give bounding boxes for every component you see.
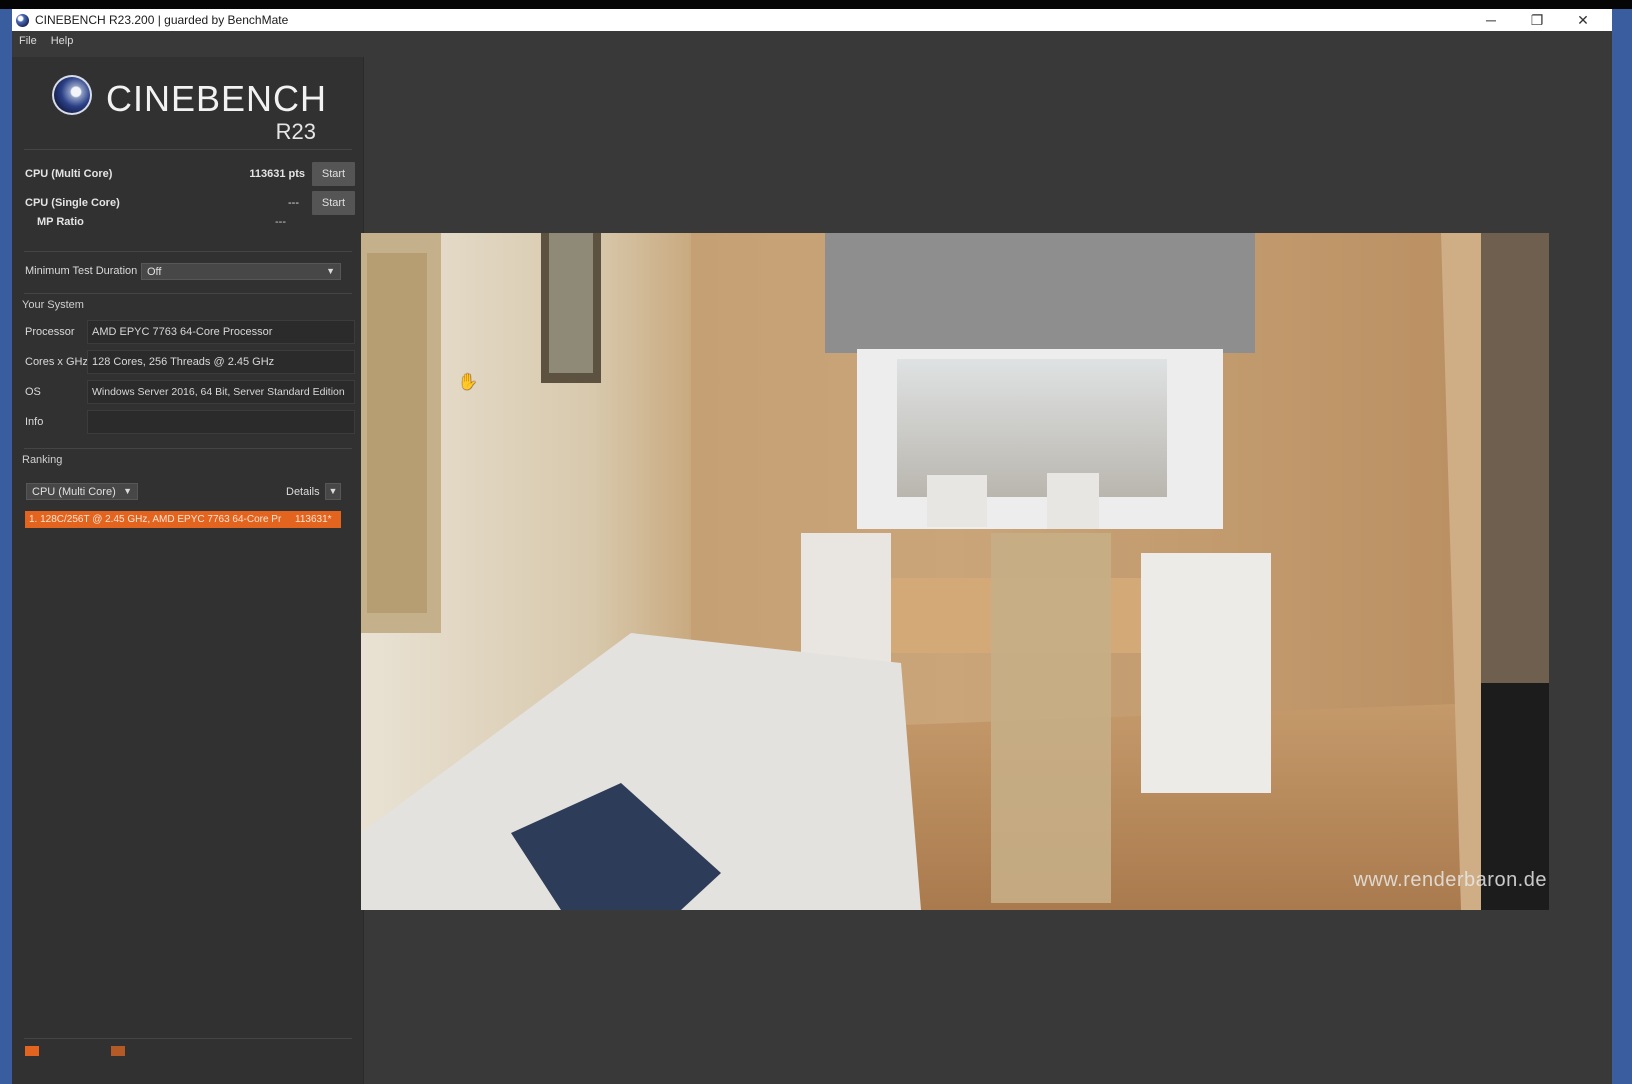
window-title: CINEBENCH R23.200 | guarded by BenchMate	[35, 13, 289, 27]
min-test-duration-select[interactable]: Off ▼	[141, 263, 341, 280]
cinebench-app-icon	[16, 13, 29, 27]
benchmark-row-multi: CPU (Multi Core) 113631 pts Start	[25, 162, 355, 186]
mp-ratio-label: MP Ratio	[37, 216, 84, 228]
painting-building	[367, 253, 427, 613]
render-watermark: www.renderbaron.de	[1353, 869, 1547, 891]
benchmark-row-single: CPU (Single Core) --- Start	[25, 191, 355, 215]
window-blinds	[825, 233, 1255, 353]
dining-chair-right	[1141, 553, 1271, 793]
ranking-category-select[interactable]: CPU (Multi Core) ▼	[26, 483, 138, 500]
cinebench-window: CINEBENCH R23.200 | guarded by BenchMate…	[12, 9, 1612, 1084]
ranking-legend	[25, 1046, 125, 1056]
min-test-duration-row: Minimum Test Duration Off ▼	[25, 263, 355, 281]
cinebench-logo: CINEBENCH R23	[52, 71, 332, 144]
start-multi-core-button[interactable]: Start	[312, 162, 355, 186]
hand-cursor-icon: ✋	[458, 374, 478, 391]
benchmark-score-single: ---	[288, 197, 299, 209]
menu-bar: File Help	[12, 31, 1612, 51]
your-system-title: Your System	[22, 299, 84, 311]
min-test-duration-value: Off	[147, 265, 162, 278]
benchmark-label-multi: CPU (Multi Core)	[25, 168, 113, 180]
details-label: Details	[286, 486, 320, 498]
cinema4d-sphere-icon	[52, 75, 92, 115]
close-button[interactable]: ✕	[1560, 9, 1606, 31]
painting-small	[549, 233, 593, 373]
system-row-processor: Processor AMD EPYC 7763 64-Core Processo…	[25, 320, 355, 344]
details-dropdown-button[interactable]: ▼	[325, 483, 341, 500]
divider	[24, 251, 352, 252]
menu-help[interactable]: Help	[44, 35, 81, 47]
ranking-entry[interactable]: 1. 128C/256T @ 2.45 GHz, AMD EPYC 7763 6…	[25, 511, 341, 528]
info-label: Info	[25, 416, 44, 428]
system-row-info: Info	[25, 410, 355, 434]
render-viewport: www.renderbaron.de	[361, 233, 1549, 910]
chevron-down-icon: ▼	[326, 266, 335, 276]
benchmark-label-single: CPU (Single Core)	[25, 197, 120, 209]
control-panel: CINEBENCH R23 CPU (Multi Core) 113631 pt…	[12, 57, 364, 1084]
divider	[24, 448, 352, 449]
menu-file[interactable]: File	[12, 35, 44, 47]
cores-label: Cores x GHz	[25, 356, 88, 368]
os-label: OS	[25, 386, 41, 398]
divider	[24, 149, 352, 150]
legend-swatch-current	[25, 1046, 39, 1056]
restore-button[interactable]: ❐	[1514, 9, 1560, 31]
chevron-down-icon: ▼	[328, 486, 338, 496]
divider	[24, 293, 352, 294]
info-field[interactable]	[87, 410, 355, 434]
minimize-button[interactable]: ─	[1468, 9, 1514, 31]
start-single-core-button[interactable]: Start	[312, 191, 355, 215]
chevron-down-icon: ▼	[123, 486, 132, 496]
ranking-entry-score: 113631*	[295, 514, 332, 525]
cores-field[interactable]: 128 Cores, 256 Threads @ 2.45 GHz	[87, 350, 355, 374]
system-row-cores: Cores x GHz 128 Cores, 256 Threads @ 2.4…	[25, 350, 355, 374]
ranking-entry-text: 1. 128C/256T @ 2.45 GHz, AMD EPYC 7763 6…	[29, 514, 282, 525]
processor-label: Processor	[25, 326, 75, 338]
os-field[interactable]: Windows Server 2016, 64 Bit, Server Stan…	[87, 380, 355, 404]
benchmark-score-multi: 113631 pts	[249, 168, 305, 180]
logo-name: CINEBENCH	[106, 78, 328, 119]
mp-ratio-value: ---	[275, 216, 286, 228]
dining-chair-front	[991, 533, 1111, 903]
processor-field[interactable]: AMD EPYC 7763 64-Core Processor	[87, 320, 355, 344]
ranking-category-value: CPU (Multi Core)	[32, 485, 116, 498]
system-row-os: OS Windows Server 2016, 64 Bit, Server S…	[25, 380, 355, 404]
rendered-room-image	[361, 233, 1549, 910]
min-test-duration-label: Minimum Test Duration	[25, 265, 138, 277]
photo-frame-right	[1047, 473, 1099, 529]
ranking-title: Ranking	[22, 454, 63, 466]
legend-swatch-identical	[111, 1046, 125, 1056]
divider	[24, 1038, 352, 1039]
logo-version: R23	[275, 119, 316, 144]
photo-frame-left	[927, 475, 987, 527]
title-bar[interactable]: CINEBENCH R23.200 | guarded by BenchMate…	[12, 9, 1612, 31]
screen-top-edge	[0, 0, 1632, 9]
